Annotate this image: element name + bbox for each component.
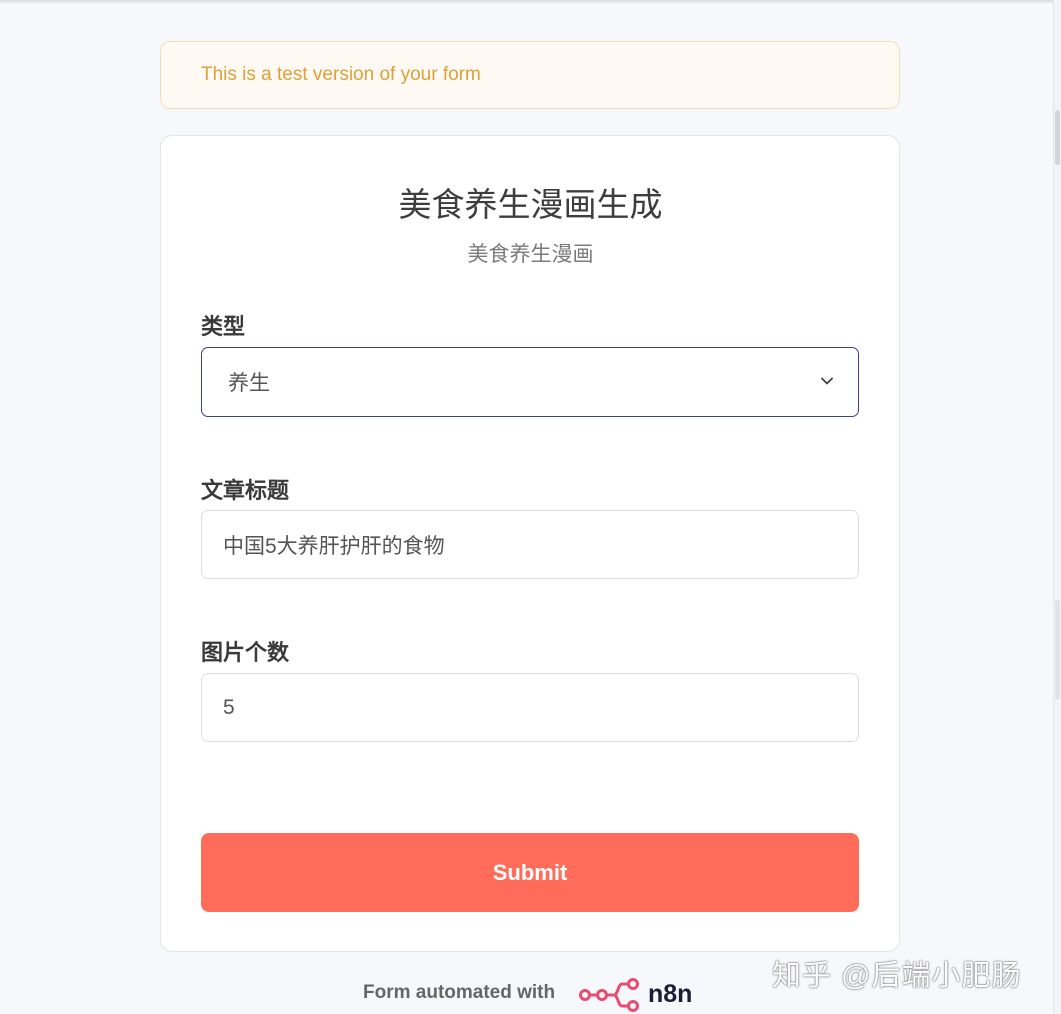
chevron-down-icon: [821, 377, 833, 385]
image-count-input-value: 5: [223, 695, 235, 719]
scrollbar-thumb-secondary[interactable]: [1055, 600, 1060, 700]
article-title-field-label: 文章标题: [201, 478, 290, 503]
test-version-banner: This is a test version of your form: [160, 41, 900, 109]
form-subtitle: 美食养生漫画: [467, 243, 594, 266]
scrollbar-thumb[interactable]: [1055, 110, 1060, 165]
article-title-input[interactable]: 中国5大养肝护肝的食物: [201, 510, 859, 579]
article-title-input-value: 中国5大养肝护肝的食物: [223, 534, 445, 558]
type-field-label: 类型: [201, 314, 246, 339]
watermark: 知乎 @后端小肥肠: [772, 960, 1022, 992]
test-version-banner-text: This is a test version of your form: [201, 64, 481, 85]
footer-automated-text: Form automated with: [363, 982, 556, 1003]
n8n-brand-text[interactable]: n8n: [648, 980, 692, 1009]
form-title: 美食养生漫画生成: [398, 186, 663, 223]
submit-button[interactable]: Submit: [201, 833, 859, 912]
window-top-edge: [0, 0, 1061, 4]
submit-button-label: Submit: [492, 859, 568, 885]
n8n-logo-icon[interactable]: [578, 978, 644, 1012]
image-count-field-label: 图片个数: [201, 640, 290, 665]
type-select-value: 养生: [228, 372, 270, 395]
type-select[interactable]: 养生: [201, 347, 859, 417]
image-count-input[interactable]: 5: [201, 673, 859, 742]
